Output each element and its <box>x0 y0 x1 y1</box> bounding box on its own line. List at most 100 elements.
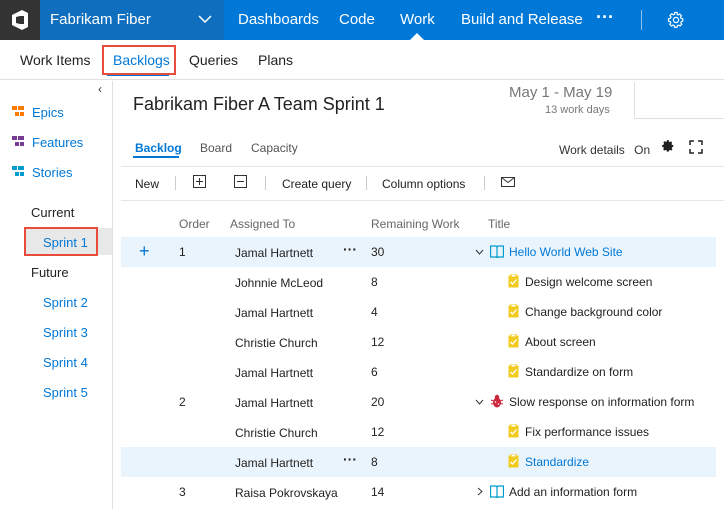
chevron-down-icon[interactable] <box>475 249 484 255</box>
sprint-3-link[interactable]: Sprint 3 <box>43 325 88 340</box>
remaining-cell[interactable]: 6 <box>371 365 378 379</box>
remaining-cell[interactable]: 20 <box>371 395 384 409</box>
active-indicator <box>410 33 424 40</box>
remaining-cell[interactable]: 12 <box>371 425 384 439</box>
context-menu-icon[interactable]: ··· <box>343 451 357 467</box>
divider <box>265 176 266 190</box>
title-cell[interactable]: Standardize <box>525 455 589 469</box>
divider <box>641 10 642 30</box>
task-icon <box>508 454 519 468</box>
title-cell[interactable]: Hello World Web Site <box>509 245 623 259</box>
gear-icon[interactable] <box>667 11 685 29</box>
selected-tab-underline <box>133 156 179 158</box>
project-selector[interactable]: Fabrikam Fiber <box>40 0 224 40</box>
title-cell[interactable]: Slow response on information form <box>509 395 694 409</box>
title-cell[interactable]: Add an information form <box>509 485 637 499</box>
chevron-right-icon[interactable] <box>477 487 483 496</box>
work-details-toggle[interactable]: Work details On <box>559 143 650 157</box>
work-days: 13 work days <box>545 104 610 116</box>
assigned-cell[interactable]: Johnnie McLeod <box>235 276 323 290</box>
column-options-button[interactable]: Column options <box>382 177 465 191</box>
divider <box>175 176 176 190</box>
collapse-chevron-icon[interactable]: ‹ <box>98 82 102 96</box>
assigned-cell[interactable]: Jamal Hartnett <box>235 366 313 380</box>
sprint-2-link[interactable]: Sprint 2 <box>43 295 88 310</box>
title-cell[interactable]: Change background color <box>525 305 662 319</box>
divider <box>121 200 724 201</box>
work-details-label: Work details <box>559 143 625 157</box>
nav-build-and-release[interactable]: Build and Release <box>461 11 583 28</box>
task-icon <box>508 304 519 318</box>
backlog-level-epics[interactable]: Epics <box>32 105 64 120</box>
column-header-assigned-to[interactable]: Assigned To <box>230 217 295 231</box>
remaining-cell[interactable]: 12 <box>371 335 384 349</box>
order-cell: 2 <box>179 395 186 409</box>
assigned-cell[interactable]: Jamal Hartnett <box>235 456 313 470</box>
title-cell[interactable]: Standardize on form <box>525 365 633 379</box>
nav-code[interactable]: Code <box>339 11 375 28</box>
sprint-5-link[interactable]: Sprint 5 <box>43 385 88 400</box>
new-button[interactable]: New <box>135 177 159 191</box>
assigned-cell[interactable]: Jamal Hartnett <box>235 396 313 410</box>
page-title: Fabrikam Fiber A Team Sprint 1 <box>133 94 385 114</box>
settings-gear-icon[interactable] <box>661 139 675 153</box>
tab-capacity[interactable]: Capacity <box>251 141 298 155</box>
nav-dashboards[interactable]: Dashboards <box>238 11 319 28</box>
divider <box>634 118 724 119</box>
tab-backlog[interactable]: Backlog <box>135 141 182 155</box>
task-icon <box>508 364 519 378</box>
divider <box>121 166 724 167</box>
remaining-cell[interactable]: 14 <box>371 485 384 499</box>
tab-board[interactable]: Board <box>200 141 232 155</box>
divider <box>366 176 367 190</box>
expand-all-icon[interactable] <box>193 175 206 188</box>
add-task-icon[interactable]: + <box>139 241 150 262</box>
title-cell[interactable]: About screen <box>525 335 596 349</box>
bug-icon <box>490 394 504 408</box>
epics-icon <box>12 106 24 116</box>
backlog-level-stories[interactable]: Stories <box>32 165 72 180</box>
project-name: Fabrikam Fiber <box>50 11 151 28</box>
assigned-cell[interactable]: Jamal Hartnett <box>235 306 313 320</box>
assigned-cell[interactable]: Jamal Hartnett <box>235 246 313 260</box>
future-label: Future <box>31 265 69 280</box>
title-cell[interactable]: Design welcome screen <box>525 275 652 289</box>
remaining-cell[interactable]: 8 <box>371 455 378 469</box>
context-menu-icon[interactable]: ··· <box>343 241 357 257</box>
tab-plans[interactable]: Plans <box>258 52 293 68</box>
assigned-cell[interactable]: Christie Church <box>235 336 318 350</box>
tab-work-items[interactable]: Work Items <box>20 52 91 68</box>
chevron-down-icon <box>198 15 212 24</box>
top-navigation-bar: Fabrikam Fiber Dashboards Code Work Buil… <box>0 0 724 40</box>
current-label: Current <box>31 205 75 220</box>
row-highlight <box>121 447 716 477</box>
highlight-box <box>24 227 98 256</box>
title-cell[interactable]: Fix performance issues <box>525 425 649 439</box>
email-icon[interactable] <box>501 177 515 187</box>
collapse-all-icon[interactable] <box>234 175 247 188</box>
column-header-title[interactable]: Title <box>488 217 510 231</box>
chevron-down-icon[interactable] <box>475 399 484 405</box>
sprint-dates[interactable]: May 1 - May 19 <box>509 84 612 101</box>
order-cell: 1 <box>179 245 186 259</box>
fullscreen-icon[interactable] <box>689 140 703 154</box>
column-header-order[interactable]: Order <box>179 217 210 231</box>
assigned-cell[interactable]: Raisa Pokrovskaya <box>235 486 338 500</box>
user-story-icon <box>490 485 504 498</box>
task-icon <box>508 334 519 348</box>
divider <box>484 176 485 190</box>
assigned-cell[interactable]: Christie Church <box>235 426 318 440</box>
sprint-4-link[interactable]: Sprint 4 <box>43 355 88 370</box>
remaining-cell[interactable]: 8 <box>371 275 378 289</box>
backlog-level-features[interactable]: Features <box>32 135 83 150</box>
column-header-remaining-work[interactable]: Remaining Work <box>371 217 459 231</box>
stories-icon <box>12 166 24 176</box>
highlight-box <box>102 45 176 75</box>
vsts-logo-icon[interactable] <box>0 0 40 40</box>
remaining-cell[interactable]: 30 <box>371 245 384 259</box>
more-icon[interactable]: ··· <box>596 7 614 28</box>
tab-queries[interactable]: Queries <box>189 52 238 68</box>
remaining-cell[interactable]: 4 <box>371 305 378 319</box>
nav-work[interactable]: Work <box>400 11 435 28</box>
create-query-button[interactable]: Create query <box>282 177 351 191</box>
